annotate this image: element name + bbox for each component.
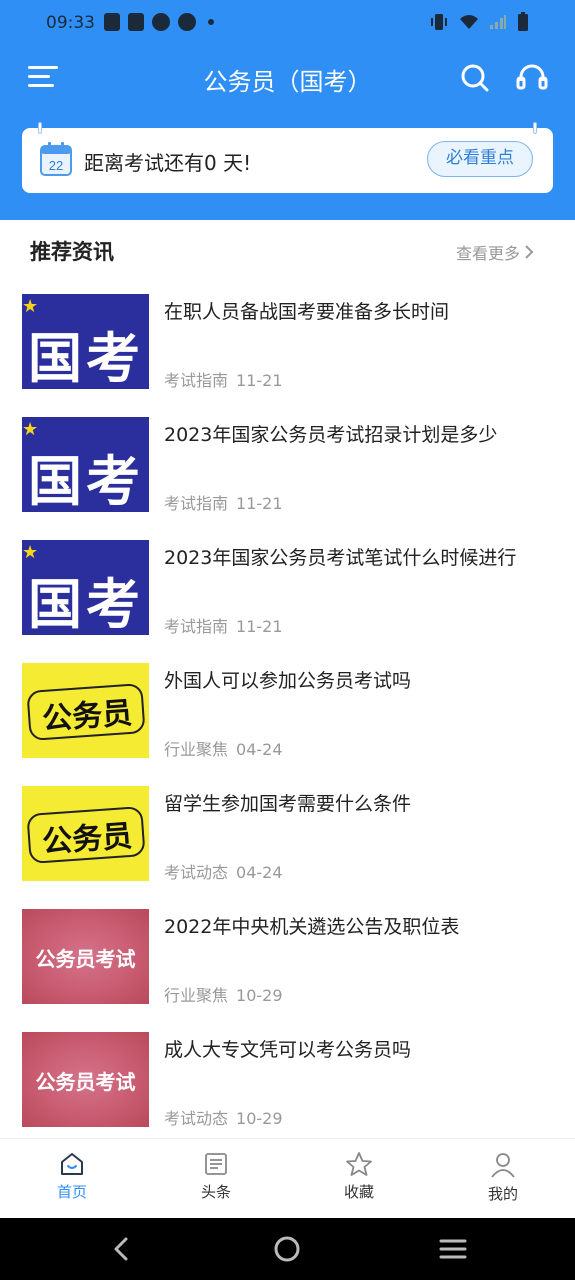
signal-icon xyxy=(490,15,506,29)
home-nav-icon[interactable] xyxy=(267,1234,307,1264)
news-title: 在职人员备战国考要准备多长时间 xyxy=(164,301,450,323)
notification-bag-icon xyxy=(104,13,120,31)
view-more-label: 查看更多 xyxy=(456,244,521,263)
tab-label: 首页 xyxy=(56,1183,87,1201)
system-nav-bar xyxy=(0,1218,575,1280)
notification-icons xyxy=(104,13,214,31)
news-title: 成人大专文凭可以考公务员吗 xyxy=(164,1039,412,1061)
card-pin xyxy=(38,122,42,134)
tab-headlines[interactable]: 头条 xyxy=(176,1151,256,1202)
news-thumbnail: 公务员 xyxy=(22,786,149,881)
news-title: 外国人可以参加公务员考试吗 xyxy=(164,670,412,692)
news-meta: 行业聚焦 10-29 xyxy=(164,982,283,1006)
tab-label: 我的 xyxy=(487,1185,518,1203)
battery-icon xyxy=(518,12,528,31)
news-category: 考试动态 xyxy=(164,1109,229,1128)
view-more-link[interactable]: 查看更多 xyxy=(456,240,534,264)
news-item[interactable]: 公务员考试 2022年中央机关遴选公告及职位表 行业聚焦 10-29 xyxy=(0,909,575,1006)
customer-service-button[interactable] xyxy=(516,63,548,93)
news-category: 考试指南 xyxy=(164,494,229,513)
news-date: 11-21 xyxy=(236,494,283,513)
notification-compass-icon xyxy=(178,13,196,31)
news-icon xyxy=(205,1153,227,1175)
search-icon xyxy=(461,64,489,92)
more-notifications-icon xyxy=(208,19,214,25)
news-date: 10-29 xyxy=(236,986,283,1005)
card-pin xyxy=(533,122,537,134)
news-title: 留学生参加国考需要什么条件 xyxy=(164,793,412,815)
notification-compass-icon xyxy=(152,13,170,31)
news-item[interactable]: ★ 国考 2023年国家公务员考试招录计划是多少 考试指南 11-21 xyxy=(0,417,575,514)
vibrate-icon xyxy=(431,14,447,30)
news-title: 2022年中央机关遴选公告及职位表 xyxy=(164,916,460,938)
news-date: 10-29 xyxy=(236,1109,283,1128)
news-thumbnail: ★ 国考 xyxy=(22,540,149,635)
news-meta: 考试动态 10-29 xyxy=(164,1105,283,1129)
news-meta: 考试指南 11-21 xyxy=(164,613,283,637)
exam-countdown-card: 22 距离考试还有0 天! 必看重点 xyxy=(22,122,553,193)
user-icon xyxy=(491,1153,515,1178)
countdown-text: 距离考试还有0 天! xyxy=(84,151,252,175)
must-see-button[interactable]: 必看重点 xyxy=(427,141,533,177)
wifi-icon xyxy=(460,15,478,29)
status-bar: 09:33 xyxy=(0,0,575,48)
news-title: 2023年国家公务员考试招录计划是多少 xyxy=(164,424,498,446)
star-icon xyxy=(346,1152,372,1176)
news-category: 考试指南 xyxy=(164,617,229,636)
search-button[interactable] xyxy=(460,63,490,93)
news-item[interactable]: ★ 国考 在职人员备战国考要准备多长时间 考试指南 11-21 xyxy=(0,294,575,391)
top-app-bar: 公务员（国考） xyxy=(0,48,575,108)
news-meta: 考试动态 04-24 xyxy=(164,859,283,883)
news-thumbnail: ★ 国考 xyxy=(22,417,149,512)
news-date: 11-21 xyxy=(236,617,283,636)
news-category: 行业聚焦 xyxy=(164,986,229,1005)
tab-label: 头条 xyxy=(200,1183,231,1201)
news-meta: 行业聚焦 04-24 xyxy=(164,736,283,760)
news-thumbnail: ★ 国考 xyxy=(22,294,149,389)
calendar-day: 22 xyxy=(49,158,63,173)
tab-me[interactable]: 我的 xyxy=(463,1151,543,1204)
recents-icon[interactable] xyxy=(433,1234,473,1264)
chevron-right-icon xyxy=(525,245,534,259)
status-time: 09:33 xyxy=(46,13,95,33)
home-icon xyxy=(61,1153,83,1175)
news-date: 11-21 xyxy=(236,371,283,390)
tab-favorites[interactable]: 收藏 xyxy=(319,1151,399,1202)
header: 09:33 公务员（国考） 22 距离考试还有0 天! 必看重点 xyxy=(0,0,575,220)
news-title: 2023年国家公务员考试笔试什么时候进行 xyxy=(164,547,517,569)
headset-icon xyxy=(516,64,548,90)
news-item[interactable]: ★ 国考 2023年国家公务员考试笔试什么时候进行 考试指南 11-21 xyxy=(0,540,575,637)
news-item[interactable]: 公务员考试 成人大专文凭可以考公务员吗 考试动态 10-29 xyxy=(0,1032,575,1129)
news-item[interactable]: 公务员 外国人可以参加公务员考试吗 行业聚焦 04-24 xyxy=(0,663,575,760)
news-category: 考试动态 xyxy=(164,863,229,882)
news-thumbnail: 公务员考试 xyxy=(22,1032,149,1127)
news-date: 04-24 xyxy=(236,863,283,882)
news-category: 考试指南 xyxy=(164,371,229,390)
news-meta: 考试指南 11-21 xyxy=(164,367,283,391)
news-item[interactable]: 公务员 留学生参加国考需要什么条件 考试动态 04-24 xyxy=(0,786,575,883)
section-title: 推荐资讯 xyxy=(30,240,114,264)
back-icon[interactable] xyxy=(102,1234,142,1264)
news-thumbnail: 公务员考试 xyxy=(22,909,149,1004)
news-thumbnail: 公务员 xyxy=(22,663,149,758)
news-date: 04-24 xyxy=(236,740,283,759)
tab-label: 收藏 xyxy=(343,1183,374,1201)
calendar-icon: 22 xyxy=(40,142,72,176)
system-icons xyxy=(429,12,529,32)
news-meta: 考试指南 11-21 xyxy=(164,490,283,514)
notification-bag-icon xyxy=(128,13,144,31)
news-category: 行业聚焦 xyxy=(164,740,229,759)
bottom-tab-bar: 首页 头条 收藏 我的 xyxy=(0,1138,575,1218)
tab-home[interactable]: 首页 xyxy=(32,1151,112,1202)
